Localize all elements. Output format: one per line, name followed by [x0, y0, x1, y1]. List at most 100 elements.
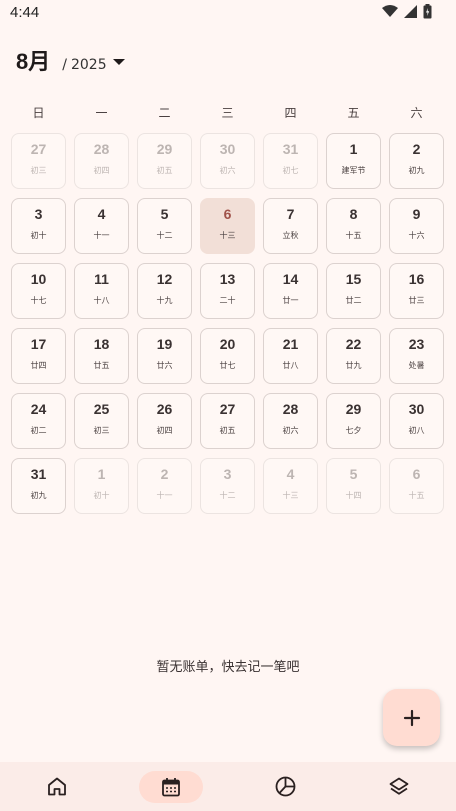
day-number: 10	[30, 271, 47, 287]
calendar-day-adjacent-month[interactable]: 27 初三	[11, 133, 66, 189]
day-number: 28	[282, 401, 299, 417]
calendar-day-adjacent-month[interactable]: 2 十一	[137, 458, 192, 514]
calendar-day[interactable]: 14 廿一	[263, 263, 318, 319]
empty-state-message: 暂无账单，快去记一笔吧	[156, 660, 300, 675]
calendar-day[interactable]: 1 建军节	[326, 133, 381, 189]
plus-icon	[403, 709, 420, 726]
calendar-day[interactable]: 23 处暑	[389, 328, 444, 384]
lunar-date: 十九	[156, 296, 173, 305]
calendar-day[interactable]: 18 廿五	[74, 328, 129, 384]
calendar-day[interactable]: 26 初四	[137, 393, 192, 449]
calendar-day[interactable]: 25 初三	[74, 393, 129, 449]
calendar-day[interactable]: 7 立秋	[263, 198, 318, 254]
lunar-date: 初五	[156, 166, 173, 175]
nav-home-pill	[25, 771, 89, 803]
calendar-day[interactable]: 3 初十	[11, 198, 66, 254]
calendar-day-adjacent-month[interactable]: 5 十四	[326, 458, 381, 514]
calendar-day-adjacent-month[interactable]: 29 初五	[137, 133, 192, 189]
lunar-date: 十二	[219, 491, 236, 500]
nav-statistics[interactable]	[228, 762, 342, 811]
calendar-day-adjacent-month[interactable]: 6 十五	[389, 458, 444, 514]
calendar-day[interactable]: 21 廿八	[263, 328, 318, 384]
calendar-day[interactable]: 4 十一	[74, 198, 129, 254]
calendar-day[interactable]: 5 十二	[137, 198, 192, 254]
calendar-day[interactable]: 9 十六	[389, 198, 444, 254]
calendar-day-adjacent-month[interactable]: 31 初七	[263, 133, 318, 189]
calendar-day[interactable]: 12 十九	[137, 263, 192, 319]
calendar-day[interactable]: 11 十八	[74, 263, 129, 319]
layers-icon	[389, 777, 409, 795]
day-number: 21	[282, 336, 299, 352]
calendar-day[interactable]: 19 廿六	[137, 328, 192, 384]
calendar-week-row: 3 初十 4 十一 5 十二 6 十三 7 立秋 8 十五 9 十六	[7, 198, 449, 254]
lunar-date: 十五	[408, 491, 425, 500]
month-selector[interactable]: 8月 / 2025	[16, 44, 107, 76]
day-number: 31	[30, 466, 47, 482]
day-number: 24	[30, 401, 47, 417]
dropdown-arrow-icon[interactable]	[112, 58, 126, 66]
add-bill-button[interactable]	[383, 689, 440, 746]
weekday-sun: 日	[32, 106, 45, 120]
day-number: 19	[156, 336, 173, 352]
lunar-date: 七夕	[345, 426, 362, 435]
calendar-day[interactable]: 31 初九	[11, 458, 66, 514]
lunar-date: 初二	[30, 426, 47, 435]
calendar-day[interactable]: 10 十七	[11, 263, 66, 319]
calendar-day[interactable]: 17 廿四	[11, 328, 66, 384]
calendar-day[interactable]: 13 二十	[200, 263, 255, 319]
calendar-day[interactable]: 15 廿二	[326, 263, 381, 319]
lunar-date: 初九	[408, 166, 425, 175]
day-number: 7	[286, 206, 295, 222]
day-number: 8	[349, 206, 358, 222]
weekday-sat: 六	[410, 106, 423, 120]
calendar-day[interactable]: 24 初二	[11, 393, 66, 449]
nav-layers[interactable]	[342, 762, 456, 811]
day-number: 18	[93, 336, 110, 352]
calendar-day[interactable]: 28 初六	[263, 393, 318, 449]
lunar-date: 十二	[156, 231, 173, 240]
calendar-day[interactable]: 16 廿三	[389, 263, 444, 319]
lunar-date: 十一	[93, 231, 110, 240]
nav-calendar[interactable]	[114, 762, 228, 811]
calendar-day-adjacent-month[interactable]: 4 十三	[263, 458, 318, 514]
calendar-icon	[162, 777, 180, 796]
calendar-day[interactable]: 30 初八	[389, 393, 444, 449]
lunar-date: 初五	[219, 426, 236, 435]
calendar-week-row: 24 初二 25 初三 26 初四 27 初五 28 初六 29 七夕 30 初八	[7, 393, 449, 449]
calendar-day-adjacent-month[interactable]: 3 十二	[200, 458, 255, 514]
calendar-day-today[interactable]: 6 十三	[200, 198, 255, 254]
day-number: 26	[156, 401, 173, 417]
day-number: 9	[412, 206, 421, 222]
day-number: 27	[219, 401, 236, 417]
calendar-day[interactable]: 20 廿七	[200, 328, 255, 384]
day-number: 29	[156, 141, 173, 157]
calendar-day[interactable]: 27 初五	[200, 393, 255, 449]
lunar-date: 十七	[30, 296, 47, 305]
calendar-day-adjacent-month[interactable]: 1 初十	[74, 458, 129, 514]
calendar-day-adjacent-month[interactable]: 28 初四	[74, 133, 129, 189]
day-number: 1	[349, 141, 358, 157]
lunar-date: 十三	[219, 231, 236, 240]
day-number: 3	[223, 466, 232, 482]
lunar-date: 十四	[345, 491, 362, 500]
nav-home[interactable]	[0, 762, 114, 811]
day-number: 13	[219, 271, 236, 287]
calendar-day[interactable]: 8 十五	[326, 198, 381, 254]
day-number: 16	[408, 271, 425, 287]
day-number: 4	[97, 206, 106, 222]
calendar-day-adjacent-month[interactable]: 30 初六	[200, 133, 255, 189]
calendar-day[interactable]: 22 廿九	[326, 328, 381, 384]
lunar-date: 廿一	[282, 296, 299, 305]
lunar-date: 初七	[282, 166, 299, 175]
status-time: 4:44	[10, 4, 40, 21]
calendar-day[interactable]: 2 初九	[389, 133, 444, 189]
lunar-date: 处暑	[408, 361, 425, 370]
day-number: 22	[345, 336, 362, 352]
lunar-date: 初六	[282, 426, 299, 435]
home-icon	[48, 777, 66, 796]
lunar-date: 初十	[93, 491, 110, 500]
signal-icon	[404, 5, 417, 18]
calendar-day[interactable]: 29 七夕	[326, 393, 381, 449]
day-number: 31	[282, 141, 299, 157]
day-number: 30	[408, 401, 425, 417]
